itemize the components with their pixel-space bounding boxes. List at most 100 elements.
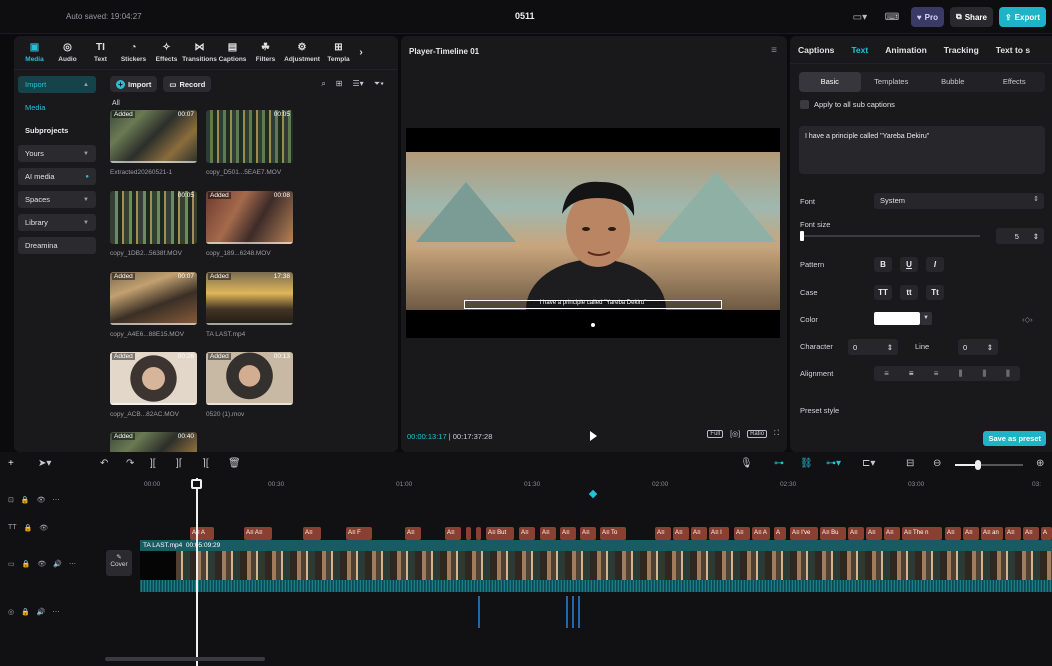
caption-clip[interactable]: A≡ Bu (820, 527, 846, 540)
zoom-out-icon[interactable]: ⊖ (933, 458, 941, 469)
magnet-icon[interactable]: ⊶ (774, 458, 784, 469)
zoom-fit-icon[interactable]: [◎] (730, 430, 740, 438)
media-item[interactable]: 00:05 copy_1DB2...5638f.MOV (110, 191, 197, 257)
align-center-icon[interactable]: ≡ (909, 369, 914, 378)
font-select[interactable]: System ⇕ (874, 193, 1044, 209)
align-middle-icon[interactable]: ⫼ (982, 369, 986, 379)
caption-clip[interactable]: A≡ The n (902, 527, 942, 540)
export-button[interactable]: ⇪ Export (998, 7, 1046, 27)
caption-clip[interactable]: A≡ (866, 527, 882, 540)
audio-clip[interactable] (478, 596, 480, 628)
more-icon[interactable]: ⋯ (53, 608, 60, 616)
sidebar-item-media[interactable]: Media (18, 99, 96, 116)
search-icon[interactable]: ⌕ (321, 79, 325, 89)
tool-transitions[interactable]: ⋈ Transitions (182, 36, 217, 69)
tool-effects[interactable]: ✧ Effects (150, 36, 183, 69)
caption-clip[interactable]: A≡ I (709, 527, 729, 540)
caption-clip[interactable]: A≡ (963, 527, 979, 540)
caption-clip[interactable]: A≡ (884, 527, 900, 540)
share-button[interactable]: ⧉ Share (950, 7, 993, 27)
sidebar-item-import[interactable]: Import ▲ (18, 76, 96, 93)
caption-clip[interactable]: A≡ (1005, 527, 1021, 540)
caption-clip[interactable]: A≡ F (346, 527, 372, 540)
media-item[interactable]: Added 00:07 copy_A4E6...88E15.MOV (110, 272, 197, 338)
eye-icon[interactable]: 👁 (37, 496, 46, 504)
align-left-icon[interactable]: ≡ (884, 369, 889, 378)
media-item[interactable]: Added 17:38 TA LAST.mp4 (206, 272, 293, 338)
align-bottom-icon[interactable]: ⫼ (1006, 369, 1010, 379)
redo-icon[interactable]: ↷ (126, 458, 134, 469)
caption-clip[interactable]: A≡ (445, 527, 461, 540)
speaker-icon[interactable]: 🔊 (37, 608, 46, 616)
more-icon[interactable]: ⋯ (69, 560, 76, 568)
select-tool-icon[interactable]: ➤▾ (38, 458, 51, 469)
caption-clip[interactable]: A≡ (691, 527, 707, 540)
align-right-icon[interactable]: ≡ (934, 369, 939, 378)
caption-clip[interactable] (466, 527, 471, 540)
media-item[interactable]: Added 00:08 copy_189...6248.MOV (206, 191, 293, 257)
caption-clip[interactable] (476, 527, 481, 540)
import-button[interactable]: + Import (110, 76, 158, 92)
media-item[interactable]: Added 00:40 (110, 432, 197, 452)
zoom-slider[interactable] (955, 460, 1023, 470)
sidebar-item-spaces[interactable]: Spaces ▼ (18, 191, 96, 208)
split-icon[interactable]: ][ (150, 458, 156, 469)
caption-clip[interactable]: A≡ (580, 527, 596, 540)
audio-clip[interactable] (566, 596, 568, 628)
playhead-handle[interactable] (191, 479, 202, 489)
video-preview[interactable]: I have a principle called "Yareba Dekiru… (406, 128, 780, 338)
caption-clip[interactable]: A≡ (519, 527, 535, 540)
pro-button[interactable]: ♥ Pro (910, 7, 944, 27)
sidebar-item-dreamina[interactable]: Dreamina (18, 237, 96, 254)
case-lower-button[interactable]: tt (900, 285, 918, 300)
italic-button[interactable]: I (926, 257, 944, 272)
add-track-icon[interactable]: + (8, 458, 14, 469)
lock-icon[interactable]: 🔒 (24, 524, 33, 532)
horizontal-scrollbar[interactable] (105, 657, 265, 661)
lock-icon[interactable]: 🔒 (21, 608, 30, 616)
media-item[interactable]: Added 00:07 Extracted20260521-1 (110, 110, 197, 176)
caption-clip[interactable]: A≡ (673, 527, 689, 540)
undo-icon[interactable]: ↶ (100, 458, 108, 469)
media-item[interactable]: Added 00:13 0520 (1).mov (206, 352, 293, 418)
audio-clip[interactable] (572, 596, 574, 628)
playhead[interactable] (196, 478, 198, 666)
caption-clip[interactable]: A≡ (848, 527, 864, 540)
tab-tracking[interactable]: Tracking (944, 45, 979, 55)
timeline[interactable]: 00:00 00:30 01:00 01:30 02:00 02:30 03:0… (0, 478, 1052, 666)
caption-clip[interactable]: A≡ (560, 527, 576, 540)
tool-stickers[interactable]: ◔ Stickers (117, 36, 150, 69)
video-clip-filmstrip[interactable] (140, 551, 1052, 580)
preview-axis-icon[interactable]: ⊏▾ (862, 458, 875, 469)
caption-clip[interactable]: A≡ (655, 527, 671, 540)
thumbnail-icon[interactable]: ⊟ (906, 458, 914, 469)
caption-clip[interactable]: A≡ (945, 527, 961, 540)
caption-text-input[interactable]: I have a principle called "Yareba Dekiru… (799, 126, 1045, 174)
sidebar-item-library[interactable]: Library ▼ (18, 214, 96, 231)
grid-view-icon[interactable]: ⊞ (336, 79, 343, 89)
tab-animation[interactable]: Animation (885, 45, 927, 55)
record-button[interactable]: ▭ Record (163, 76, 212, 92)
link-icon[interactable]: ⛓ (800, 458, 813, 469)
tool-adjustment[interactable]: ⚙ Adjustment (282, 36, 322, 69)
tool-filters[interactable]: ☘ Filters (249, 36, 282, 69)
caption-clip[interactable]: A≡ A (190, 527, 214, 540)
zoom-slider-knob[interactable] (975, 460, 981, 470)
sidebar-item-subprojects[interactable]: Subprojects (18, 122, 96, 139)
slider-knob[interactable] (800, 231, 804, 241)
subtab-effects[interactable]: Effects (984, 72, 1046, 92)
sort-icon[interactable]: ☰▾ (353, 79, 364, 89)
audio-clip[interactable] (578, 596, 580, 628)
caption-clip[interactable]: A (1041, 527, 1052, 540)
caption-clip[interactable]: A≡ (303, 527, 321, 540)
caption-clip[interactable]: A (774, 527, 786, 540)
microphone-icon[interactable]: 🎙 (740, 458, 753, 469)
sidebar-item-yours[interactable]: Yours ▼ (18, 145, 96, 162)
underline-button[interactable]: U (900, 257, 918, 272)
subtab-bubble[interactable]: Bubble (922, 72, 984, 92)
tool-captions[interactable]: ▤ Captions (216, 36, 249, 69)
toolbar-more-button[interactable]: › (355, 36, 367, 69)
apply-all-checkbox[interactable]: Apply to all sub captions (800, 100, 895, 109)
caption-clip[interactable]: A≡ But (486, 527, 514, 540)
tab-text-to-speech[interactable]: Text to s (996, 45, 1030, 55)
